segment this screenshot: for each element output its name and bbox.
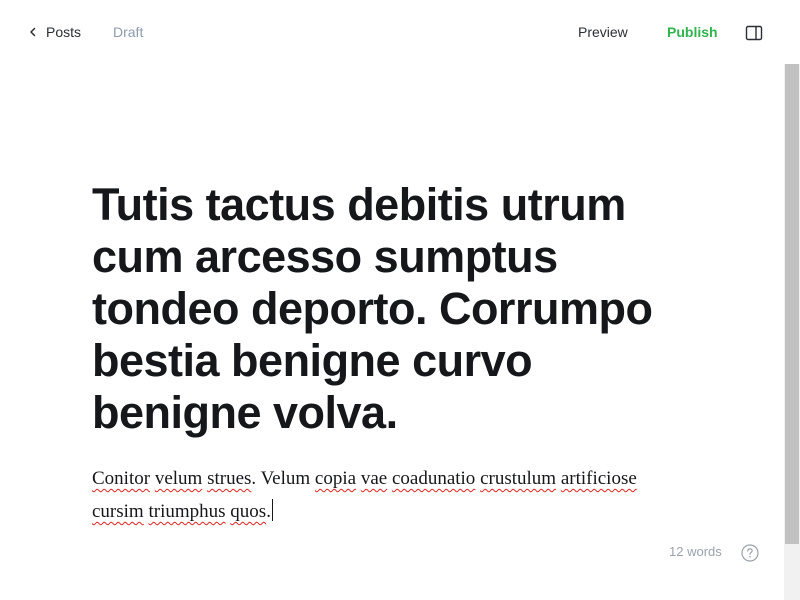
misspelled-word[interactable]: artificiose — [561, 468, 637, 489]
back-to-posts-link[interactable]: Posts — [26, 22, 81, 42]
body-text: . — [251, 468, 261, 489]
back-link-label: Posts — [46, 24, 82, 40]
post-title[interactable]: Tutis tactus debitis utrum cum arcesso s… — [92, 179, 712, 439]
misspelled-word[interactable]: coadunatio — [392, 468, 475, 489]
misspelled-word[interactable]: cursim — [92, 501, 144, 522]
misspelled-word[interactable]: crustulum — [480, 468, 556, 489]
editor-header: Posts Draft Preview Publish — [0, 0, 800, 64]
publish-button[interactable]: Publish — [667, 22, 718, 42]
misspelled-word[interactable]: quos — [230, 501, 266, 522]
body-text: . — [266, 501, 271, 522]
misspelled-word[interactable]: copia — [315, 468, 356, 489]
misspelled-word[interactable]: Conitor — [92, 468, 150, 489]
text-cursor — [271, 499, 273, 521]
preview-button[interactable]: Preview — [578, 22, 628, 42]
misspelled-word[interactable]: strues — [207, 468, 251, 489]
chevron-left-icon — [26, 25, 40, 39]
sidebar-toggle-icon[interactable] — [745, 24, 763, 42]
body-word: Velum — [260, 468, 311, 489]
misspelled-word[interactable]: velum — [155, 468, 203, 489]
question-circle-icon[interactable] — [741, 544, 759, 562]
scrollbar-thumb[interactable] — [785, 64, 799, 544]
post-status-label: Draft — [113, 24, 144, 40]
misspelled-word[interactable]: vae — [361, 468, 387, 489]
post-body[interactable]: Conitor velum strues. Velum copia vae co… — [92, 462, 692, 528]
misspelled-word[interactable]: triumphus — [148, 501, 225, 522]
word-count: 12 words — [669, 544, 722, 559]
